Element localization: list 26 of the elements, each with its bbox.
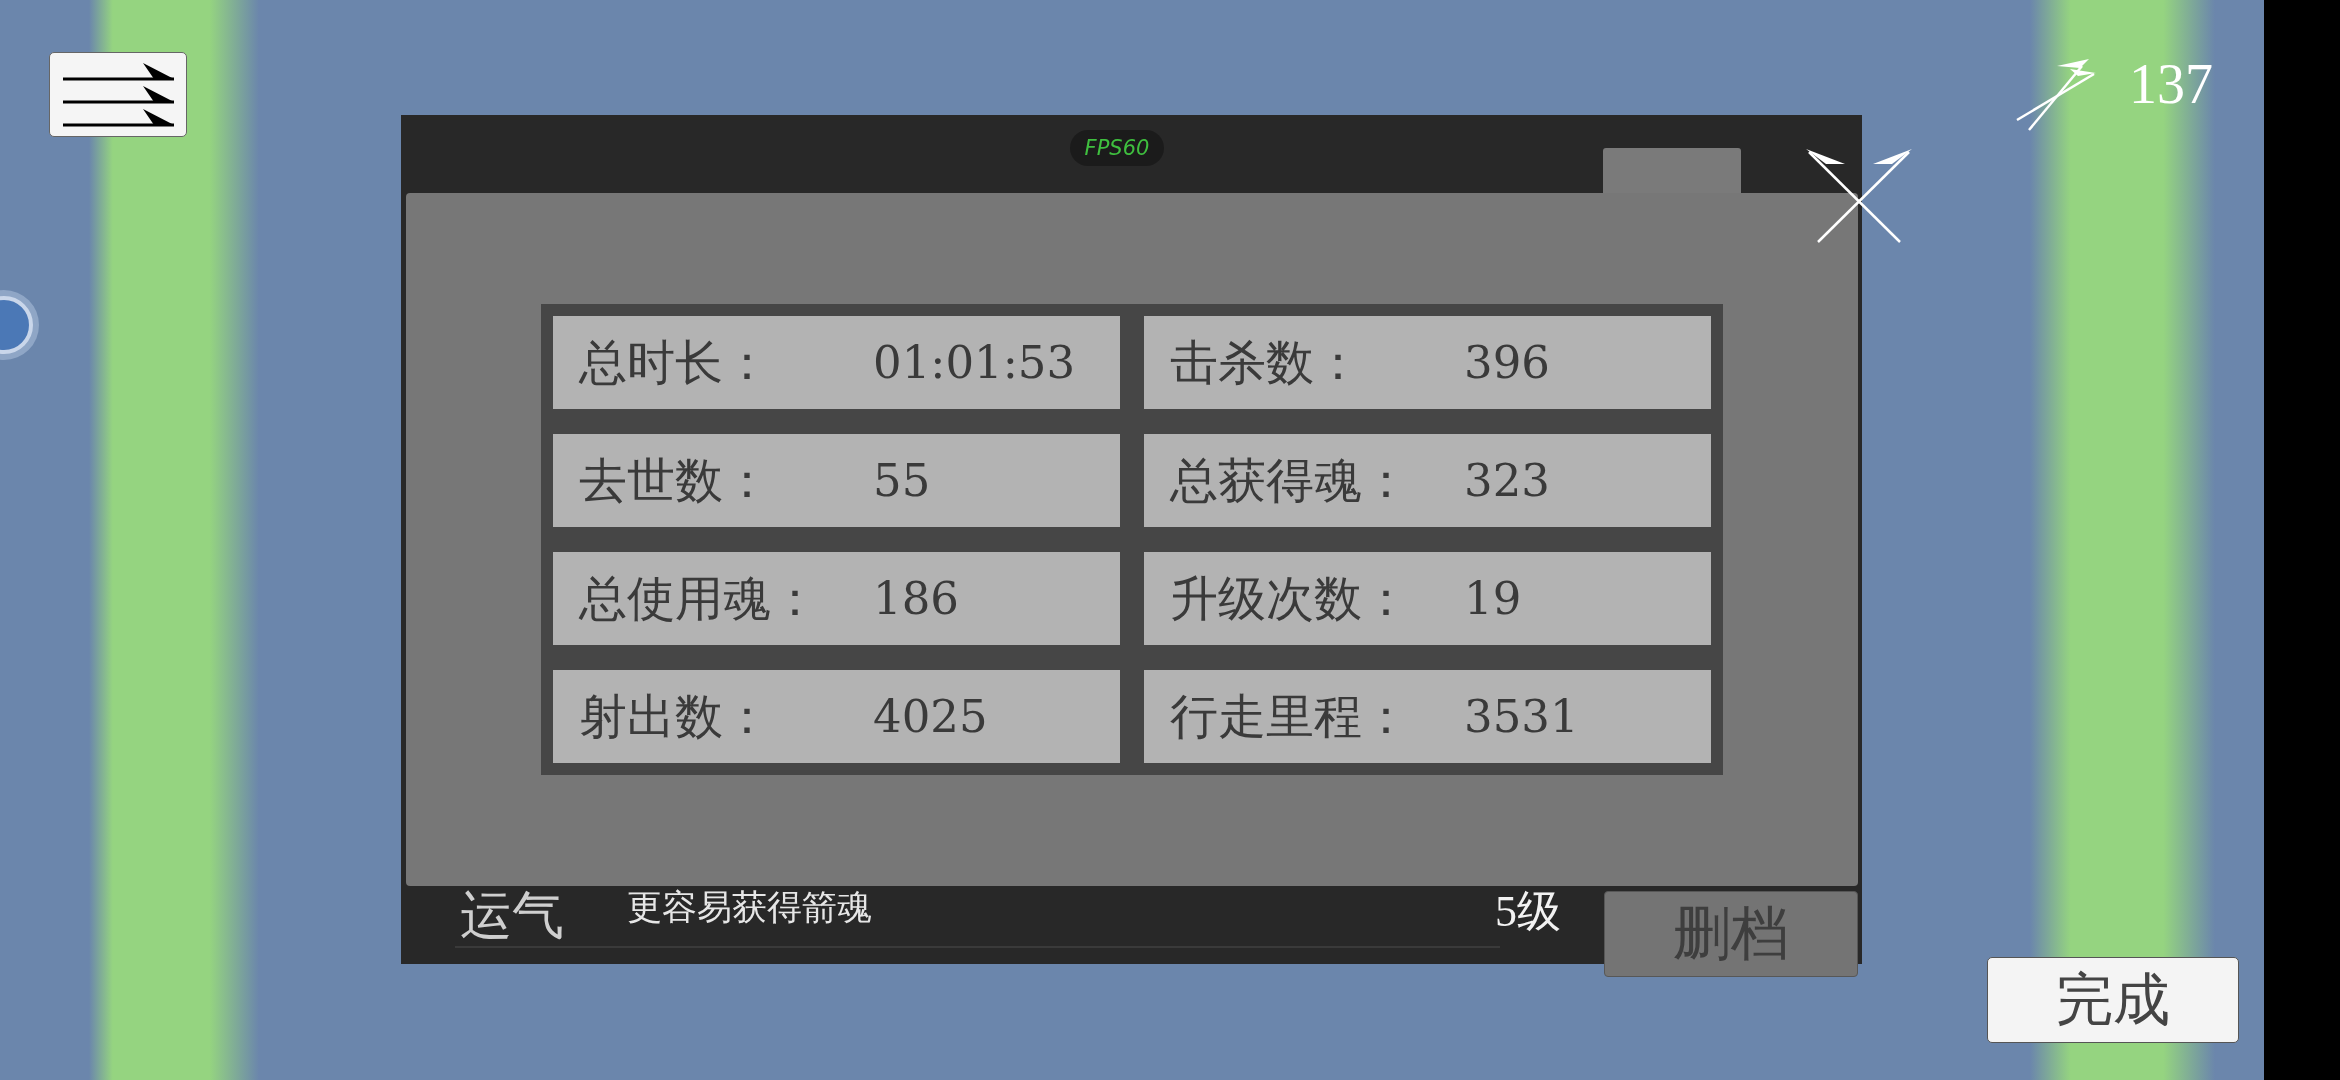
stat-value: 186 <box>873 572 959 625</box>
arrows-icon <box>2016 58 2097 131</box>
stat-label: 击杀数： <box>1170 334 1363 391</box>
close-icon[interactable] <box>1806 149 1913 243</box>
stat-value: 55 <box>873 454 931 507</box>
menu-button[interactable] <box>49 52 187 137</box>
fps-badge: FPS60 <box>1070 130 1164 166</box>
stat-value: 3531 <box>1464 690 1579 743</box>
stat-value: 01:01:53 <box>873 336 1076 389</box>
upgrade-description: 更容易获得箭魂 <box>627 890 872 927</box>
level-label: 5级 <box>1495 890 1561 934</box>
stat-value: 4025 <box>873 690 988 743</box>
stat-value: 396 <box>1464 336 1550 389</box>
menu-icon <box>62 62 174 127</box>
arrow-count: 137 <box>2129 56 2213 112</box>
stat-value: 19 <box>1464 572 1522 625</box>
stat-label: 行走里程： <box>1170 688 1411 745</box>
upgrade-name: 运气 <box>460 890 565 942</box>
stat-value: 323 <box>1464 454 1550 507</box>
stat-label: 总获得魂： <box>1170 452 1411 509</box>
stat-label: 总使用魂： <box>579 570 820 627</box>
stat-label: 射出数： <box>579 688 772 745</box>
stat-label: 去世数： <box>579 452 772 509</box>
stat-label: 升级次数： <box>1170 570 1411 627</box>
done-button[interactable]: 完成 <box>1987 957 2239 1043</box>
stat-label: 总时长： <box>579 334 772 391</box>
